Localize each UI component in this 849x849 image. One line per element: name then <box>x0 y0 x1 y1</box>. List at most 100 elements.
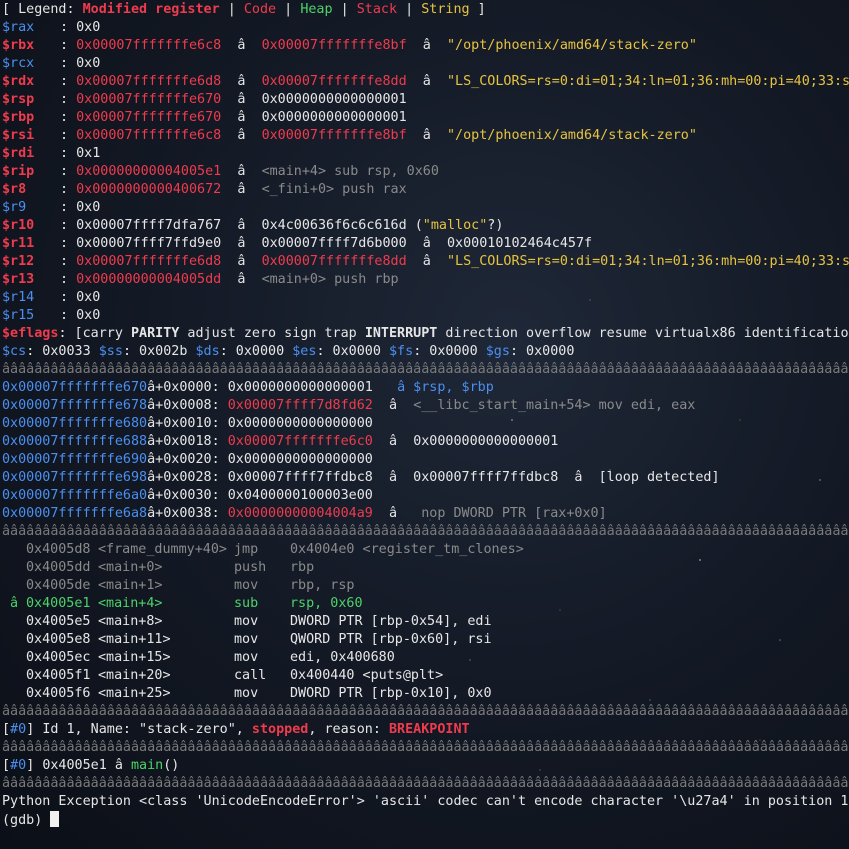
stack-row: 0x00007fffffffe680â+0x0010: 0x0000000000… <box>2 416 373 431</box>
stack-row: 0x00007fffffffe670â+0x0000: 0x0000000000… <box>2 380 494 395</box>
register-r9: $r9: 0x0 <box>2 200 101 215</box>
disasm-symbol: <main+15> <box>98 650 171 665</box>
disasm-address: 0x4005f1 <box>26 668 91 683</box>
disasm-opcode: call <box>234 668 267 683</box>
register-rcx: $rcx: 0x0 <box>2 56 101 71</box>
gdb-prompt: (gdb) <box>2 813 51 828</box>
disasm-operands: rbp <box>290 560 315 575</box>
disasm-opcode: sub <box>234 596 259 611</box>
register-rsp: $rsp: 0x00007fffffffe670 â 0x00000000000… <box>2 92 407 107</box>
disasm-marker <box>2 649 26 667</box>
register-rbx: $rbx: 0x00007fffffffe6c8 â 0x00007ffffff… <box>2 38 697 53</box>
disasm-operands: edi, 0x400680 <box>290 650 395 665</box>
disasm-operands: rsp, 0x60 <box>290 596 363 611</box>
terminal-cursor <box>50 811 60 827</box>
disasm-row: 0x4005f6 <main+25> mov DWORD PTR [rbp-0x10]… <box>2 685 849 703</box>
stack-row: 0x00007fffffffe6a8â+0x0038: 0x0000000000… <box>2 506 607 521</box>
section-separator: ââââââââââââââââââââââââââââââââââââââââ… <box>2 704 849 719</box>
register-eflags: $eflags: [carry PARITY adjust zero sign … <box>2 326 849 341</box>
gdb-prompt-line[interactable]: (gdb) <box>2 811 849 829</box>
disasm-opcode: mov <box>234 632 259 647</box>
disasm-marker <box>2 613 26 631</box>
disasm-row: 0x4005e5 <main+8> mov DWORD PTR [rbp-0x54],… <box>2 613 849 631</box>
disasm-address: 0x4005d8 <box>26 542 91 557</box>
disasm-marker <box>2 685 26 703</box>
disasm-opcode: jmp <box>234 542 259 557</box>
stack-row: 0x00007fffffffe6a0â+0x0030: 0x0400000100… <box>2 488 373 503</box>
disasm-address: 0x4005dd <box>26 560 91 575</box>
disasm-operands: DWORD PTR [rbp-0x10], 0x0 <box>290 686 492 701</box>
register-rdi: $rdi: 0x1 <box>2 146 101 161</box>
disasm-symbol: <main+4> <box>98 596 163 611</box>
disasm-row: 0x4005dd <main+0> push rbp <box>2 559 849 577</box>
register-r12: $r12: 0x00007fffffffe6d8 â 0x00007ffffff… <box>2 254 849 269</box>
disasm-marker <box>2 541 26 559</box>
disasm-marker: â <box>2 596 27 611</box>
legend-code: Code <box>243 2 277 17</box>
section-separator: ââââââââââââââââââââââââââââââââââââââââ… <box>2 362 849 377</box>
gdb-terminal[interactable]: [ Legend: Modified register | Code | Hea… <box>2 1 849 829</box>
disasm-row: 0x4005f1 <main+20> call 0x400440 <puts@plt> <box>2 667 849 685</box>
disasm-operands: DWORD PTR [rbp-0x54], edi <box>290 614 492 629</box>
legend-line: [ Legend: Modified register | Code | Hea… <box>2 2 486 17</box>
threads-line: [#0] Id 1, Name: "stack-zero", stopped, … <box>2 722 470 737</box>
legend-string: String <box>421 2 470 17</box>
disasm-marker <box>2 667 26 685</box>
register-rbp: $rbp: 0x00007fffffffe670 â 0x00000000000… <box>2 110 407 125</box>
disasm-address: 0x4005ec <box>26 650 91 665</box>
register-r15: $r15: 0x0 <box>2 308 101 323</box>
disasm-symbol: <main+20> <box>98 668 171 683</box>
disasm-operands: QWORD PTR [rbp-0x60], rsi <box>290 632 492 647</box>
disasm-address: 0x4005e8 <box>26 632 91 647</box>
disasm-operands: 0x400440 <puts@plt> <box>290 668 444 683</box>
disasm-address: 0x4005e5 <box>26 614 91 629</box>
disasm-opcode: mov <box>234 578 259 593</box>
register-r11: $r11: 0x00007ffff7ffd9e0 â 0x00007ffff7d… <box>2 236 593 251</box>
disasm-address: 0x4005de <box>26 578 91 593</box>
disasm-opcode: mov <box>234 686 259 701</box>
disasm-operands: 0x4004e0 <register_tm_clones> <box>290 542 524 557</box>
disasm-marker <box>2 559 26 577</box>
disasm-operands: rbp, rsp <box>290 578 355 593</box>
stack-row: 0x00007fffffffe688â+0x0018: 0x00007fffff… <box>2 434 559 449</box>
disasm-symbol: <main+25> <box>98 686 171 701</box>
segment-registers: $cs: 0x0033 $ss: 0x002b $ds: 0x0000 $es:… <box>2 344 575 359</box>
disasm-row: 0x4005e8 <main+11> mov QWORD PTR [rbp-0x60]… <box>2 631 849 649</box>
stack-row: 0x00007fffffffe698â+0x0028: 0x00007ffff7… <box>2 470 720 485</box>
disasm-row: 0x4005d8 <frame_dummy+40> jmp 0x4004e0 <reg… <box>2 541 849 559</box>
disasm-opcode: push <box>234 560 267 575</box>
legend-heap: Heap <box>300 2 333 17</box>
register-r10: $r10: 0x00007ffff7dfa767 â 0x4c00636f6c6… <box>2 218 504 233</box>
register-rax: $rax: 0x0 <box>2 20 101 35</box>
disasm-address: 0x4005e1 <box>26 596 91 611</box>
legend-modified: Modified register <box>82 2 220 17</box>
disasm-symbol: <main+0> <box>98 560 163 575</box>
disasm-marker <box>2 631 26 649</box>
disasm-opcode: mov <box>234 614 259 629</box>
disasm-current-row: â 0x4005e1 <main+4> sub rsp, 0x60 <box>2 595 849 613</box>
register-rdx: $rdx: 0x00007fffffffe6d8 â 0x00007ffffff… <box>2 74 849 89</box>
disasm-symbol: <frame_dummy+40> <box>98 542 227 557</box>
stack-row: 0x00007fffffffe690â+0x0020: 0x0000000000… <box>2 452 373 467</box>
trace-line: [#0] 0x4005e1 â main() <box>2 758 180 773</box>
exception-message: Python Exception <class 'UnicodeEncodeEr… <box>2 794 849 809</box>
section-separator: ââââââââââââââââââââââââââââââââââââââââ… <box>2 740 849 755</box>
disasm-symbol: <main+8> <box>98 614 163 629</box>
disasm-row: 0x4005de <main+1> mov rbp, rsp <box>2 577 849 595</box>
disasm-opcode: mov <box>234 650 259 665</box>
register-rip: $rip: 0x00000000004005e1 â <main+4> sub … <box>2 164 439 179</box>
register-rsi: $rsi: 0x00007fffffffe6c8 â 0x00007ffffff… <box>2 128 697 143</box>
register-r13: $r13: 0x00000000004005dd â <main+0> push… <box>2 272 399 287</box>
section-separator: ââââââââââââââââââââââââââââââââââââââââ… <box>2 776 849 791</box>
disasm-marker <box>2 577 26 595</box>
register-r14: $r14: 0x0 <box>2 290 101 305</box>
disasm-symbol: <main+1> <box>98 578 163 593</box>
section-separator: ââââââââââââââââââââââââââââââââââââââââ… <box>2 524 849 539</box>
disasm-address: 0x4005f6 <box>26 686 91 701</box>
legend-stack: Stack <box>356 2 398 17</box>
register-r8: $r8: 0x0000000000400672 â <_fini+0> push… <box>2 182 407 197</box>
disassembly-view: 0x4005d8 <frame_dummy+40> jmp 0x4004e0 <reg… <box>2 541 849 703</box>
stack-row: 0x00007fffffffe678â+0x0008: 0x00007ffff7… <box>2 398 696 413</box>
disasm-symbol: <main+11> <box>98 632 171 647</box>
disasm-row: 0x4005ec <main+15> mov edi, 0x400680 <box>2 649 849 667</box>
